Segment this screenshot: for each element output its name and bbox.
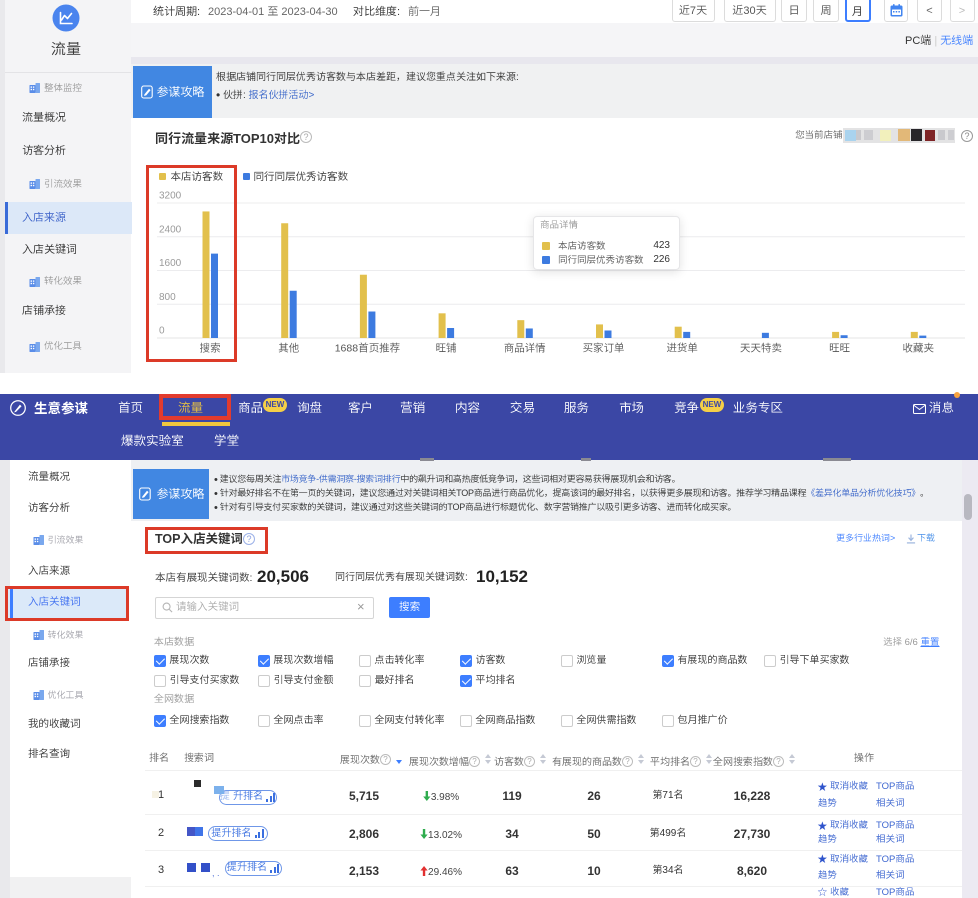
svg-text:旺铺: 旺铺 (436, 343, 457, 355)
svg-text:1688首页推荐: 1688首页推荐 (335, 343, 400, 355)
svg-text:其他: 其他 (278, 343, 299, 355)
svg-text:买家订单: 买家订单 (583, 343, 625, 355)
svg-text:收藏夹: 收藏夹 (903, 342, 935, 355)
svg-text:进货单: 进货单 (666, 342, 698, 355)
svg-text:商品详情: 商品详情 (504, 343, 546, 355)
svg-text:天天特卖: 天天特卖 (740, 343, 782, 355)
svg-text:旺旺: 旺旺 (829, 343, 850, 355)
